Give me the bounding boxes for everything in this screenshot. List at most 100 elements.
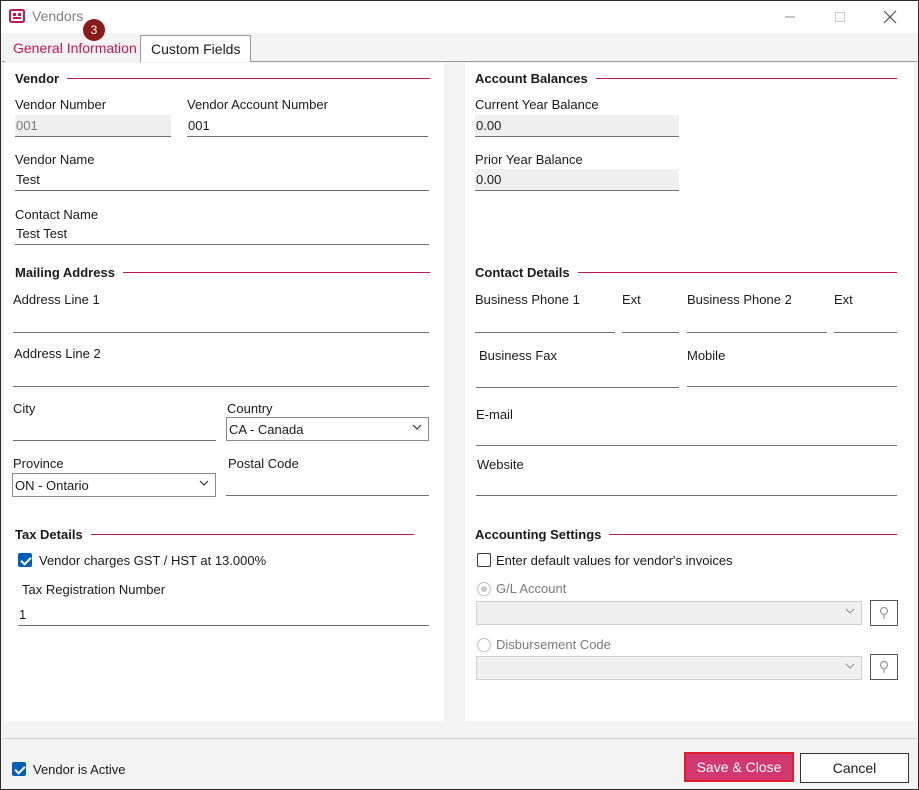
prior-year-balance-label: Prior Year Balance	[475, 152, 583, 167]
section-divider	[122, 271, 430, 273]
disbursement-code-lookup-button[interactable]	[870, 654, 898, 680]
province-select-value: ON - Ontario	[15, 478, 89, 493]
tab-custom-fields[interactable]: Custom Fields	[140, 35, 252, 62]
vendors-window: Vendors General Information 3 Custom Fie…	[0, 0, 919, 790]
vendor-active-checkbox[interactable]	[12, 762, 26, 776]
ext-2-label: Ext	[834, 292, 853, 307]
lookup-pin-icon	[879, 606, 889, 619]
mobile-label: Mobile	[687, 348, 726, 363]
section-title: Tax Details	[15, 526, 83, 542]
default-values-checkbox-label: Enter default values for vendor's invoic…	[496, 553, 733, 568]
province-select[interactable]: ON - Ontario	[12, 473, 216, 497]
address-line-2-field[interactable]	[13, 365, 429, 387]
window-title: Vendors	[32, 8, 84, 24]
minimize-icon	[785, 16, 795, 18]
mailing-section-header: Mailing Address	[15, 263, 430, 281]
section-title: Accounting Settings	[475, 526, 602, 542]
mobile-field[interactable]	[687, 365, 897, 387]
section-divider	[609, 533, 897, 535]
accounting-section-header: Accounting Settings	[475, 525, 897, 543]
contact-name-field[interactable]: Test Test	[15, 223, 429, 245]
chevron-down-icon	[845, 608, 855, 614]
province-label: Province	[13, 456, 64, 471]
section-divider	[595, 77, 897, 79]
address-line-1-field[interactable]	[13, 311, 429, 333]
address-line-1-label: Address Line 1	[13, 292, 100, 307]
website-field[interactable]	[476, 474, 897, 496]
maximize-button[interactable]	[817, 1, 863, 33]
city-label: City	[13, 401, 36, 416]
section-title: Vendor	[15, 70, 60, 86]
country-select-value: CA - Canada	[229, 422, 304, 437]
tab-custom-fields-label: Custom Fields	[151, 41, 241, 57]
default-values-checkbox[interactable]	[477, 553, 491, 567]
save-close-button[interactable]: Save & Close	[684, 752, 794, 782]
vendor-name-label: Vendor Name	[15, 152, 95, 167]
business-phone-1-field[interactable]	[475, 311, 615, 333]
section-divider	[90, 533, 414, 535]
vendor-active-label: Vendor is Active	[33, 762, 126, 777]
section-title: Contact Details	[475, 264, 570, 280]
title-bar: Vendors	[1, 1, 918, 33]
chevron-down-icon	[199, 480, 209, 486]
tax-registration-field[interactable]: 1	[18, 604, 429, 626]
business-fax-field[interactable]	[476, 366, 679, 388]
ext-1-field[interactable]	[622, 311, 679, 333]
chevron-down-icon	[412, 424, 422, 430]
section-divider	[577, 271, 897, 273]
chevron-down-icon	[845, 663, 855, 669]
section-title: Mailing Address	[15, 264, 115, 280]
vendors-app-icon	[9, 9, 25, 23]
vendor-number-field: 001	[15, 115, 171, 137]
disbursement-code-radio-label: Disbursement Code	[496, 637, 611, 652]
cancel-button[interactable]: Cancel	[800, 753, 909, 783]
close-icon	[883, 10, 897, 24]
gl-account-lookup-button[interactable]	[870, 600, 898, 626]
ext-1-label: Ext	[622, 292, 641, 307]
disbursement-code-radio[interactable]	[477, 638, 491, 652]
tax-registration-label: Tax Registration Number	[22, 582, 166, 597]
country-label: Country	[227, 401, 273, 416]
address-line-2-label: Address Line 2	[14, 346, 101, 361]
current-year-balance-label: Current Year Balance	[475, 97, 599, 112]
ext-2-field[interactable]	[834, 311, 897, 333]
website-label: Website	[477, 457, 524, 472]
email-field[interactable]	[476, 424, 897, 446]
lookup-pin-icon	[879, 660, 889, 673]
maximize-icon	[835, 12, 845, 22]
gl-account-radio[interactable]	[477, 582, 491, 596]
save-close-button-label: Save & Close	[696, 759, 782, 775]
email-label: E-mail	[476, 407, 513, 422]
postal-code-field[interactable]	[226, 474, 429, 496]
tab-badge: 3	[83, 19, 105, 41]
section-divider	[67, 77, 430, 79]
contact-name-label: Contact Name	[15, 207, 99, 222]
vendor-name-field[interactable]: Test	[15, 169, 429, 191]
contact-section-header: Contact Details	[475, 263, 897, 281]
close-button[interactable]	[867, 1, 913, 33]
balances-section-header: Account Balances	[475, 69, 897, 87]
vendor-section-header: Vendor	[15, 69, 430, 87]
cancel-button-label: Cancel	[832, 760, 877, 776]
business-fax-label: Business Fax	[479, 348, 558, 363]
gst-checkbox-label: Vendor charges GST / HST at 13.000%	[39, 553, 267, 568]
vendor-number-label: Vendor Number	[15, 97, 107, 112]
current-year-balance-field: 0.00	[475, 115, 679, 137]
disbursement-code-select[interactable]	[476, 656, 862, 680]
business-phone-2-field[interactable]	[687, 311, 827, 333]
business-phone-1-label: Business Phone 1	[475, 292, 580, 307]
gst-checkbox[interactable]	[18, 553, 32, 567]
minimize-button[interactable]	[767, 1, 813, 33]
postal-code-label: Postal Code	[228, 456, 299, 471]
gl-account-select[interactable]	[476, 601, 862, 625]
tab-general-information[interactable]: General Information	[5, 34, 145, 62]
prior-year-balance-field: 0.00	[475, 169, 679, 191]
section-title: Account Balances	[475, 70, 588, 86]
right-panel: Account Balances Current Year Balance 0.…	[465, 63, 914, 721]
left-panel: Vendor Vendor Number 001 Vendor Account …	[4, 63, 444, 721]
country-select[interactable]: CA - Canada	[226, 417, 429, 441]
city-field[interactable]	[13, 419, 216, 441]
gl-account-radio-label: G/L Account	[496, 581, 567, 596]
vendor-account-number-label: Vendor Account Number	[187, 97, 328, 112]
vendor-account-number-field[interactable]: 001	[187, 115, 428, 137]
